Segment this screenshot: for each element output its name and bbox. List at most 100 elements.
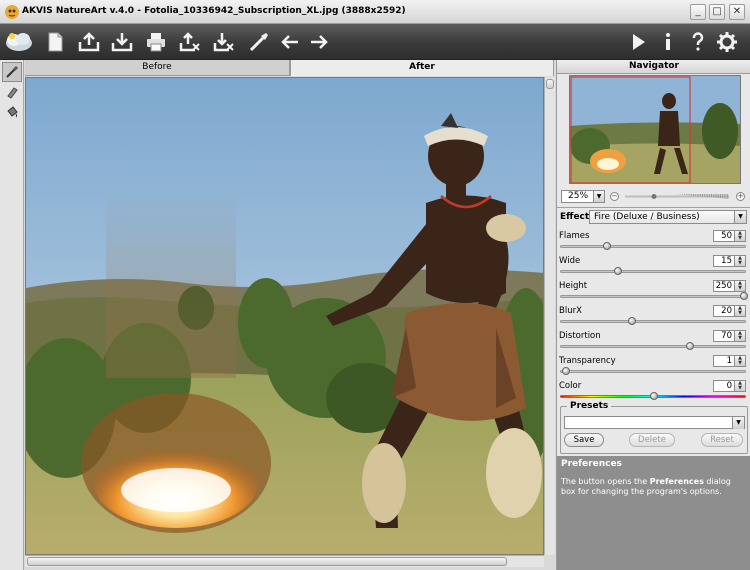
zoom-slider-tick xyxy=(712,194,714,198)
brush-tool-icon[interactable] xyxy=(2,62,22,82)
maximize-button[interactable]: □ xyxy=(709,4,725,20)
param-slider-knob[interactable] xyxy=(686,342,694,350)
new-icon[interactable] xyxy=(41,28,69,56)
param-slider-knob[interactable] xyxy=(603,242,611,250)
param-value-input[interactable]: 50 xyxy=(713,230,735,242)
param-slider-knob[interactable] xyxy=(628,317,636,325)
param-stepper[interactable]: ▲ ▼ xyxy=(735,355,746,367)
image-canvas[interactable] xyxy=(25,77,544,555)
chevron-down-icon[interactable]: ▼ xyxy=(735,286,745,291)
param-value-input[interactable]: 15 xyxy=(713,255,735,267)
param-label: BlurX xyxy=(559,306,582,316)
param-slider-knob[interactable] xyxy=(614,267,622,275)
param-slider-knob[interactable] xyxy=(740,292,748,300)
param-value-input[interactable]: 1 xyxy=(713,355,735,367)
presets-group: Presets ▼ Save Delete Reset xyxy=(560,401,748,454)
param-blurx: BlurX 20 ▲ ▼ xyxy=(557,304,750,329)
zoom-slider-tick xyxy=(693,194,694,196)
save-icon[interactable] xyxy=(108,28,136,56)
presets-title: Presets xyxy=(567,401,612,411)
param-slider-knob[interactable] xyxy=(650,392,658,400)
param-stepper[interactable]: ▲ ▼ xyxy=(735,255,746,267)
run-play-icon[interactable] xyxy=(624,28,652,56)
param-slider-track[interactable] xyxy=(560,320,746,323)
param-slider-track[interactable] xyxy=(560,245,746,248)
navigator-thumbnail xyxy=(570,76,740,183)
chevron-down-icon[interactable]: ▼ xyxy=(735,311,745,316)
zoom-select[interactable]: 25% ▼ xyxy=(561,190,605,203)
zoom-out-icon[interactable]: − xyxy=(610,192,619,201)
param-value-input[interactable]: 250 xyxy=(713,280,735,292)
param-value-input[interactable]: 0 xyxy=(713,380,735,392)
chevron-down-icon: ▼ xyxy=(734,211,746,223)
share-download-icon[interactable] xyxy=(210,28,238,56)
param-slider-track[interactable] xyxy=(560,295,746,298)
param-stepper[interactable]: ▲ ▼ xyxy=(735,305,746,317)
navigator-preview[interactable] xyxy=(569,75,741,184)
param-slider-track[interactable] xyxy=(560,345,746,348)
param-stepper[interactable]: ▲ ▼ xyxy=(735,280,746,292)
zoom-slider-tick xyxy=(687,194,689,196)
param-label: Height xyxy=(559,281,588,291)
eraser-tool-icon[interactable] xyxy=(2,82,22,102)
param-slider-track[interactable] xyxy=(560,270,746,273)
zoom-slider-tick xyxy=(721,194,723,199)
navigator-title: Navigator xyxy=(557,60,750,74)
chevron-down-icon[interactable]: ▼ xyxy=(735,336,745,341)
chevron-down-icon: ▼ xyxy=(593,191,604,202)
help-icon[interactable] xyxy=(684,28,712,56)
zoom-slider-tick xyxy=(725,194,727,199)
zoom-slider-tick xyxy=(682,194,684,195)
zoom-slider[interactable] xyxy=(625,194,729,199)
param-stepper[interactable]: ▲ ▼ xyxy=(735,230,746,242)
param-value-input[interactable]: 20 xyxy=(713,305,735,317)
open-icon[interactable] xyxy=(75,28,103,56)
undo-arrow-icon[interactable] xyxy=(276,28,304,56)
presets-select[interactable]: ▼ xyxy=(564,416,745,429)
tool-strip xyxy=(0,60,24,570)
bucket-tool-icon[interactable] xyxy=(2,102,22,122)
settings-gear-icon[interactable] xyxy=(713,28,741,56)
zoom-slider-tick xyxy=(727,194,729,199)
tab-after[interactable]: After xyxy=(290,60,554,76)
zoom-slider-tick xyxy=(702,194,703,197)
close-button[interactable]: ✕ xyxy=(729,4,745,20)
view-tabs: Before After xyxy=(25,60,554,76)
chevron-down-icon[interactable]: ▼ xyxy=(735,236,745,241)
effect-select[interactable]: Fire (Deluxe / Business) ▼ xyxy=(589,210,747,224)
hint-panel: Preferences The button opens the Prefere… xyxy=(557,456,750,570)
redo-arrow-icon[interactable] xyxy=(305,28,333,56)
zoom-slider-tick xyxy=(685,194,687,195)
minimize-button[interactable]: _ xyxy=(690,4,706,20)
save-preset-button[interactable]: Save xyxy=(564,433,604,447)
info-icon[interactable] xyxy=(654,28,682,56)
param-slider-track[interactable] xyxy=(560,370,746,373)
akvis-logo-icon[interactable] xyxy=(2,28,36,56)
param-transparency: Transparency 1 ▲ ▼ xyxy=(557,354,750,379)
tab-before[interactable]: Before xyxy=(25,60,290,76)
chevron-down-icon[interactable]: ▼ xyxy=(735,386,745,391)
param-stepper[interactable]: ▲ ▼ xyxy=(735,330,746,342)
horizontal-scroll-thumb[interactable] xyxy=(27,557,507,566)
scroll-up-icon[interactable] xyxy=(546,79,554,89)
chevron-down-icon[interactable]: ▼ xyxy=(735,261,745,266)
delete-preset-button[interactable]: Delete xyxy=(629,433,675,447)
zoom-in-icon[interactable]: + xyxy=(736,192,745,201)
zoom-row: 25% ▼ − + xyxy=(557,188,750,204)
chevron-down-icon[interactable]: ▼ xyxy=(735,361,745,366)
param-slider-knob[interactable] xyxy=(562,367,570,375)
share-upload-icon[interactable] xyxy=(176,28,204,56)
param-stepper[interactable]: ▲ ▼ xyxy=(735,380,746,392)
batch-brush-icon[interactable] xyxy=(245,28,273,56)
print-icon[interactable] xyxy=(142,28,170,56)
zoom-slider-tick xyxy=(711,194,712,198)
param-value-input[interactable]: 70 xyxy=(713,330,735,342)
effect-label: Effect: xyxy=(560,212,593,222)
reset-preset-button[interactable]: Reset xyxy=(701,433,743,447)
param-label: Wide xyxy=(559,256,581,266)
vertical-scrollbar[interactable] xyxy=(544,77,555,555)
horizontal-scrollbar[interactable] xyxy=(25,555,544,567)
zoom-slider-tick xyxy=(705,194,707,197)
zoom-value: 25% xyxy=(568,191,589,201)
zoom-slider-tick xyxy=(703,194,705,197)
